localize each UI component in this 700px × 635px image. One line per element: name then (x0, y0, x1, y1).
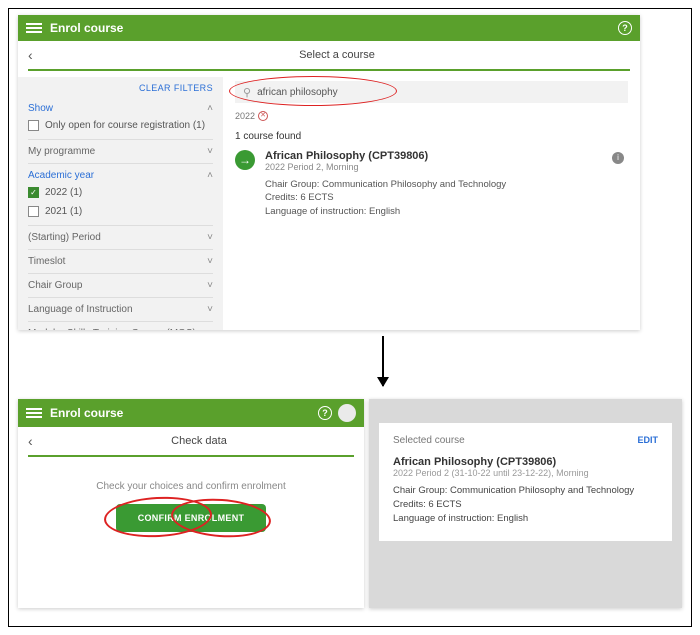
course-credits: Credits: 6 ECTS (265, 191, 506, 204)
avatar[interactable] (338, 404, 356, 422)
filter-label: Show (28, 103, 53, 114)
filter-label: Academic year (28, 170, 94, 181)
filter-label: (Starting) Period (28, 232, 101, 243)
chevron-down-icon: ˅ (207, 146, 213, 157)
filters-sidebar: CLEAR FILTERS Show ˄ Only open for cours… (18, 77, 223, 330)
selected-course-language: Language of instruction: English (393, 512, 658, 526)
chevron-down-icon: ˅ (207, 256, 213, 267)
checkbox-icon[interactable] (28, 120, 39, 131)
filter-option-label: Only open for course registration (1) (45, 120, 205, 131)
filter-label: Chair Group (28, 280, 82, 291)
results-count: 1 course found (235, 131, 628, 142)
app-title: Enrol course (50, 21, 123, 35)
filter-option[interactable]: 2021 (1) (28, 204, 213, 223)
chevron-down-icon: ˅ (207, 328, 213, 330)
hamburger-menu-icon[interactable] (26, 23, 42, 33)
clear-filters-link[interactable]: CLEAR FILTERS (28, 83, 213, 93)
search-icon: ⚲ (243, 86, 251, 99)
selected-course-credits: Credits: 6 ECTS (393, 498, 658, 512)
selected-course-title: African Philosophy (CPT39806) (393, 456, 658, 468)
select-course-icon[interactable]: → (235, 150, 255, 170)
hamburger-menu-icon[interactable] (26, 408, 42, 418)
filter-option-label: 2021 (1) (45, 206, 82, 217)
course-period: 2022 Period 2, Morning (265, 162, 506, 172)
chevron-down-icon: ˅ (207, 280, 213, 291)
search-value: african philosophy (257, 87, 338, 98)
search-input[interactable]: ⚲ african philosophy (235, 81, 628, 103)
filter-group-mos[interactable]: Modular Skills Training Course (MOS) ˅ (28, 324, 213, 330)
chevron-down-icon: ˅ (207, 232, 213, 243)
step-title: Check data (171, 435, 227, 447)
course-chair: Chair Group: Communication Philosophy an… (265, 178, 506, 191)
filter-group-language[interactable]: Language of Instruction ˅ (28, 300, 213, 319)
filter-chip[interactable]: 2022 ✕ (235, 111, 628, 121)
checkbox-icon[interactable] (28, 206, 39, 217)
filter-option-label: 2022 (1) (45, 187, 82, 198)
confirm-enrolment-button[interactable]: CONFIRM ENROLMENT (116, 504, 266, 532)
back-arrow-icon[interactable]: ‹ (28, 433, 44, 449)
course-language: Language of instruction: English (265, 205, 506, 218)
filter-label: Modular Skills Training Course (MOS) (28, 328, 196, 330)
filter-option[interactable]: Only open for course registration (1) (28, 118, 213, 137)
chevron-up-icon: ˄ (207, 170, 213, 181)
filter-label: Language of Instruction (28, 304, 133, 315)
flow-arrow-icon (382, 336, 384, 386)
filter-group-show[interactable]: Show ˄ (28, 99, 213, 118)
info-icon[interactable]: i (612, 152, 624, 164)
step-title: Select a course (299, 49, 375, 61)
filter-label: My programme (28, 146, 95, 157)
selected-course-chair: Chair Group: Communication Philosophy an… (393, 484, 658, 498)
filter-label: Timeslot (28, 256, 65, 267)
checkbox-checked-icon[interactable]: ✓ (28, 187, 39, 198)
course-title: African Philosophy (CPT39806) (265, 150, 506, 162)
remove-chip-icon[interactable]: ✕ (258, 111, 268, 121)
selected-course-heading: Selected course (393, 435, 465, 446)
help-icon[interactable]: ? (618, 21, 632, 35)
selected-course-period: 2022 Period 2 (31-10-22 until 23-12-22),… (393, 468, 658, 478)
course-result-row[interactable]: → African Philosophy (CPT39806) 2022 Per… (235, 150, 628, 218)
chip-label: 2022 (235, 111, 255, 121)
filter-group-timeslot[interactable]: Timeslot ˅ (28, 252, 213, 271)
confirm-hint: Check your choices and confirm enrolment (18, 481, 364, 492)
filter-group-programme[interactable]: My programme ˅ (28, 142, 213, 161)
help-icon[interactable]: ? (318, 406, 332, 420)
filter-group-academic-year[interactable]: Academic year ˄ (28, 166, 213, 185)
filter-option[interactable]: ✓ 2022 (1) (28, 185, 213, 204)
chevron-down-icon: ˅ (207, 304, 213, 315)
chevron-up-icon: ˄ (207, 103, 213, 114)
filter-group-chair[interactable]: Chair Group ˅ (28, 276, 213, 295)
edit-link[interactable]: EDIT (637, 435, 658, 446)
filter-group-period[interactable]: (Starting) Period ˅ (28, 228, 213, 247)
app-title: Enrol course (50, 406, 123, 420)
back-arrow-icon[interactable]: ‹ (28, 47, 44, 63)
